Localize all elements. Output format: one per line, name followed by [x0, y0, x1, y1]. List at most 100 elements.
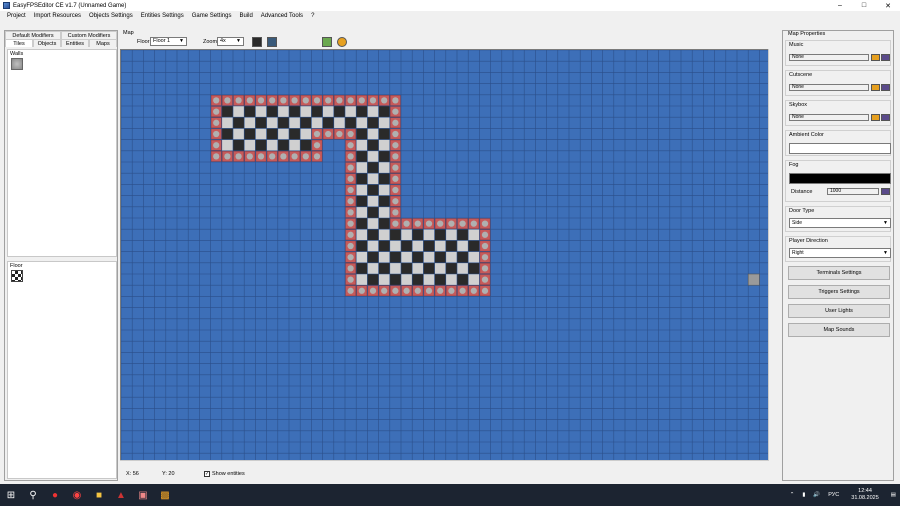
- close-button[interactable]: ✕: [876, 0, 900, 11]
- floor-tile: [468, 229, 480, 241]
- floor-tile: [423, 229, 435, 241]
- search-icon[interactable]: ⚲: [24, 486, 42, 504]
- wall-tile-stud: [280, 153, 287, 160]
- zoom-select[interactable]: 4x ▼: [217, 37, 244, 46]
- tab-custom-modifiers[interactable]: Custom Modifiers: [61, 31, 117, 39]
- battery-icon[interactable]: ▮: [802, 492, 805, 498]
- windows-start-icon[interactable]: ⊞: [2, 486, 20, 504]
- menu-advanced-tools[interactable]: Advanced Tools: [257, 13, 307, 19]
- floor-tile: [356, 240, 368, 252]
- ambient-color-swatch[interactable]: [789, 143, 891, 154]
- floor-tile: [356, 184, 368, 196]
- floor-tile: [367, 106, 379, 118]
- volume-icon[interactable]: 🔊: [813, 492, 820, 498]
- player-direction-select[interactable]: Right ▼: [789, 248, 891, 258]
- tab-tiles[interactable]: Tiles: [5, 39, 33, 47]
- music-field: None: [789, 54, 869, 61]
- floor-tile: [434, 229, 446, 241]
- wall-tile-stud: [470, 287, 477, 294]
- chevron-down-icon: ▼: [236, 38, 241, 44]
- map-grid[interactable]: [120, 49, 775, 461]
- tab-maps[interactable]: Maps: [89, 39, 117, 47]
- fog-label: Fog: [789, 162, 799, 168]
- minimize-button[interactable]: –: [828, 0, 852, 11]
- yandex-browser-icon[interactable]: ●: [46, 486, 64, 504]
- vertical-scrollbar[interactable]: [768, 49, 776, 461]
- wall-tile-stud: [392, 142, 399, 149]
- floor-tile: [367, 206, 379, 218]
- triggers-settings-button[interactable]: Triggers Settings: [788, 285, 890, 299]
- floor-tile: [378, 117, 390, 129]
- cutscene-field: None: [789, 84, 869, 91]
- floor-tile: [277, 117, 289, 129]
- clear-icon[interactable]: [881, 84, 890, 91]
- wall-tile-stud: [481, 265, 489, 272]
- maximize-button[interactable]: □: [852, 0, 876, 11]
- floor-tile: [401, 229, 413, 241]
- floor-tile: [401, 251, 413, 263]
- floor-tile: [244, 106, 256, 118]
- fog-color-swatch[interactable]: [789, 173, 891, 184]
- media-app-icon[interactable]: ▲: [112, 486, 130, 504]
- folder-icon[interactable]: [871, 54, 880, 61]
- menu-project[interactable]: Project: [3, 13, 30, 19]
- language-indicator[interactable]: РУС: [828, 492, 839, 498]
- user-lights-button[interactable]: User Lights: [788, 304, 890, 318]
- clock[interactable]: 12:44 31.08.2025: [847, 488, 883, 502]
- floor-tile: [445, 229, 457, 241]
- map-sounds-button[interactable]: Map Sounds: [788, 323, 890, 337]
- floor-tile: [356, 128, 368, 140]
- folder-icon[interactable]: [871, 84, 880, 91]
- map-play-icon[interactable]: [337, 37, 347, 47]
- easyfpseditor-taskbar-icon[interactable]: ▩: [156, 486, 174, 504]
- map-canvas[interactable]: [121, 50, 775, 461]
- menu-import-resources[interactable]: Import Resources: [30, 13, 85, 19]
- terminals-settings-button[interactable]: Terminals Settings: [788, 266, 890, 280]
- floor-select[interactable]: Floor 1 ▼: [150, 37, 187, 46]
- menu-objects-settings[interactable]: Objects Settings: [85, 13, 137, 19]
- tab-default-modifiers[interactable]: Default Modifiers: [5, 31, 61, 39]
- map-properties-panel: Map Properties Music None Cutscene None …: [782, 30, 894, 481]
- wall-tile-stud: [481, 231, 489, 238]
- wall-tile-stud: [392, 164, 399, 171]
- floor-tile: [333, 106, 345, 118]
- clear-icon[interactable]: [881, 114, 890, 121]
- notification-icon[interactable]: ▤: [891, 492, 896, 498]
- menu-build[interactable]: Build: [235, 13, 256, 19]
- tab-entities[interactable]: Entities: [61, 39, 89, 47]
- chevron-up-icon[interactable]: ⌃: [790, 492, 795, 498]
- wall-tile-stud: [392, 175, 399, 182]
- menu-help[interactable]: ?: [307, 13, 318, 19]
- taskbar: ⊞ ⚲ ● ◉ ■ ▲ ▣ ▩ ⌃ ▮ 🔊 РУС 12:44 31.08.20…: [0, 484, 900, 506]
- floor-tile: [356, 262, 368, 274]
- floor-tile: [434, 240, 446, 252]
- show-entities-checkbox[interactable]: ✓: [204, 471, 210, 477]
- floor-tile: [244, 139, 256, 151]
- wall-tile-stud: [369, 287, 377, 294]
- tab-objects[interactable]: Objects: [33, 39, 61, 47]
- file-explorer-icon[interactable]: ■: [90, 486, 108, 504]
- game-app-icon[interactable]: ▣: [134, 486, 152, 504]
- walls-label: Walls: [10, 51, 24, 57]
- floor-tile: [457, 229, 469, 241]
- floor-tile: [289, 117, 301, 129]
- menu-entities-settings[interactable]: Entities Settings: [137, 13, 188, 19]
- map-settings-icon[interactable]: [267, 37, 277, 47]
- yandex-app-icon[interactable]: ◉: [68, 486, 86, 504]
- floor-tile: [367, 117, 379, 129]
- wall-tile-thumbnail[interactable]: [11, 58, 23, 70]
- folder-icon[interactable]: [871, 114, 880, 121]
- wall-tile-stud: [392, 198, 399, 205]
- wall-tile-stud: [414, 287, 421, 294]
- clear-icon[interactable]: [881, 54, 890, 61]
- floor-tile-thumbnail[interactable]: [11, 270, 23, 282]
- floor-tile: [289, 139, 301, 151]
- floor-tile: [401, 240, 413, 252]
- clear-icon[interactable]: [881, 188, 890, 195]
- map-tool-icon[interactable]: [322, 37, 332, 47]
- distance-input[interactable]: 1000: [827, 188, 879, 195]
- horizontal-scrollbar[interactable]: [120, 460, 768, 468]
- save-map-icon[interactable]: [252, 37, 262, 47]
- door-type-select[interactable]: Side ▼: [789, 218, 891, 228]
- menu-game-settings[interactable]: Game Settings: [188, 13, 236, 19]
